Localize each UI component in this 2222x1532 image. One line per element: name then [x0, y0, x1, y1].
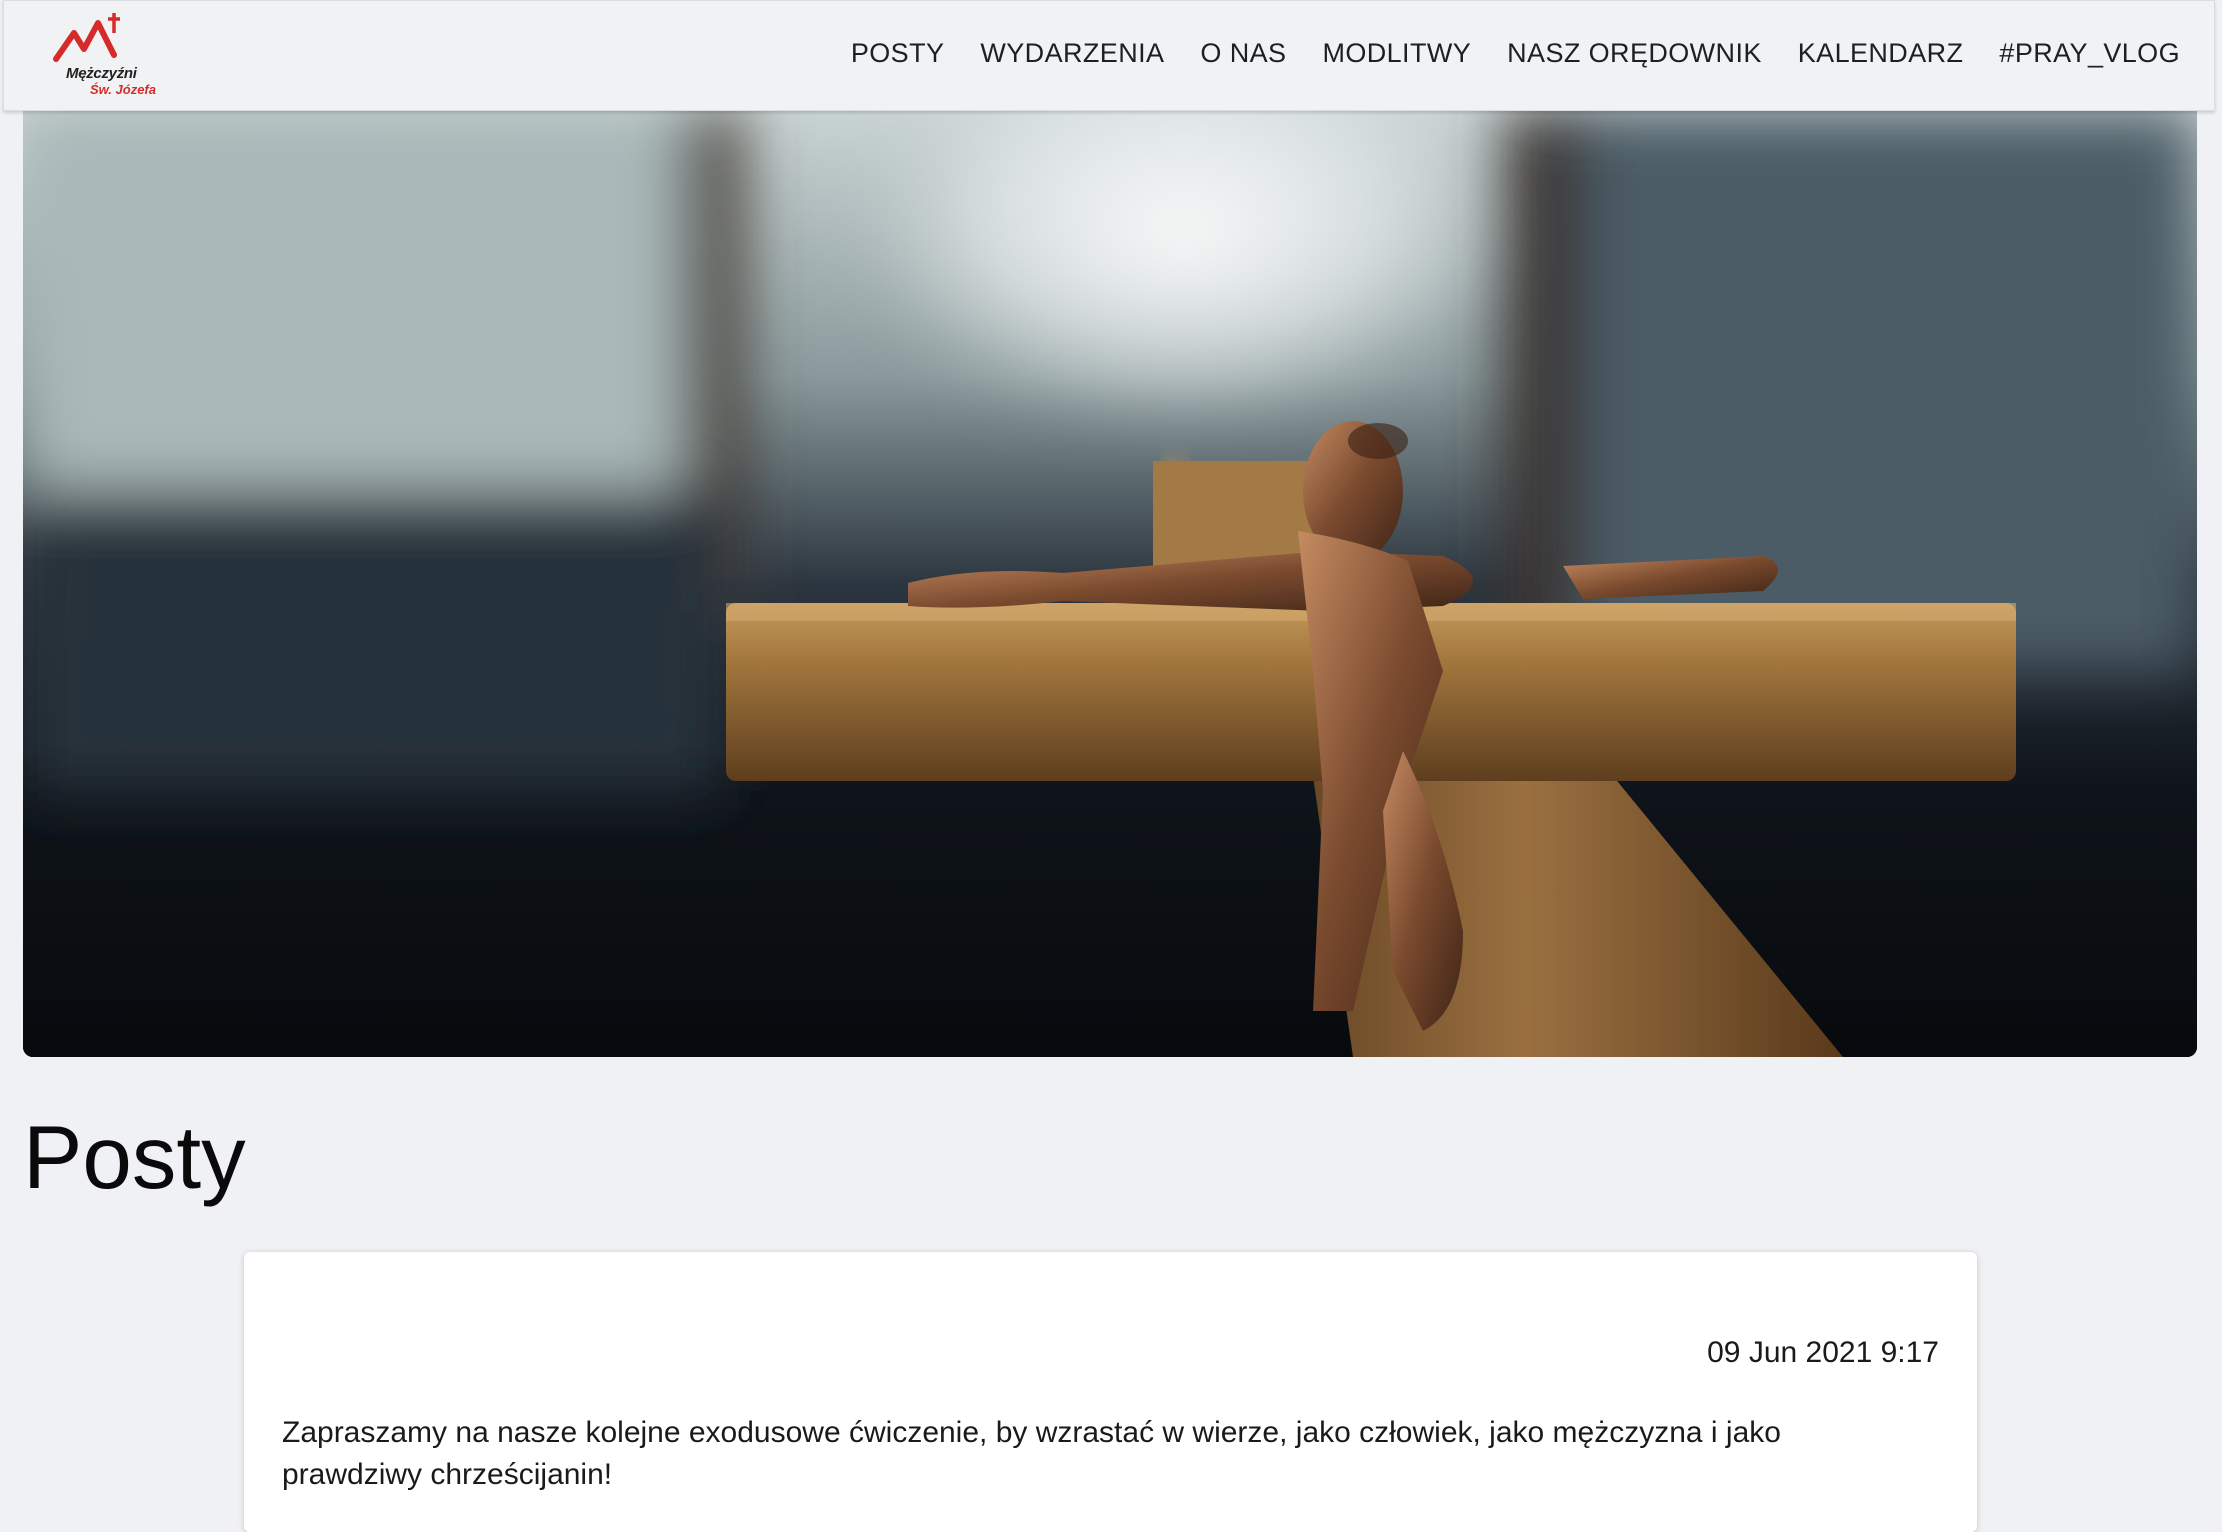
- crucifix-photo: [23, 111, 2197, 1057]
- site-logo[interactable]: Mężczyźni Św. Józefa: [52, 11, 164, 101]
- nav-item-wydarzenia[interactable]: WYDARZENIA: [980, 38, 1164, 69]
- nav-item-nasz-oredownik[interactable]: NASZ ORĘDOWNIK: [1507, 38, 1762, 69]
- post-text: Zapraszamy na nasze kolejne exodusowe ćw…: [282, 1416, 1781, 1491]
- logo-title: Mężczyźni: [66, 65, 137, 82]
- nav-item-pray-vlog[interactable]: #PRAY_VLOG: [1999, 38, 2180, 69]
- nav-item-kalendarz[interactable]: KALENDARZ: [1798, 38, 1964, 69]
- hero-image: [23, 111, 2197, 1057]
- logo-subtitle: Św. Józefa: [90, 82, 156, 97]
- page-title: Posty: [23, 1107, 246, 1207]
- main-nav: POSTY WYDARZENIA O NAS MODLITWY NASZ ORĘ…: [851, 1, 2180, 105]
- post-card[interactable]: 09 Jun 2021 9:17 Zapraszamy na nasze kol…: [244, 1252, 1977, 1532]
- nav-item-posty[interactable]: POSTY: [851, 38, 945, 69]
- post-date: 09 Jun 2021 9:17: [1707, 1336, 1939, 1369]
- nav-item-o-nas[interactable]: O NAS: [1200, 38, 1286, 69]
- top-navbar: Mężczyźni Św. Józefa POSTY WYDARZENIA O …: [3, 0, 2215, 111]
- nav-item-modlitwy[interactable]: MODLITWY: [1322, 38, 1471, 69]
